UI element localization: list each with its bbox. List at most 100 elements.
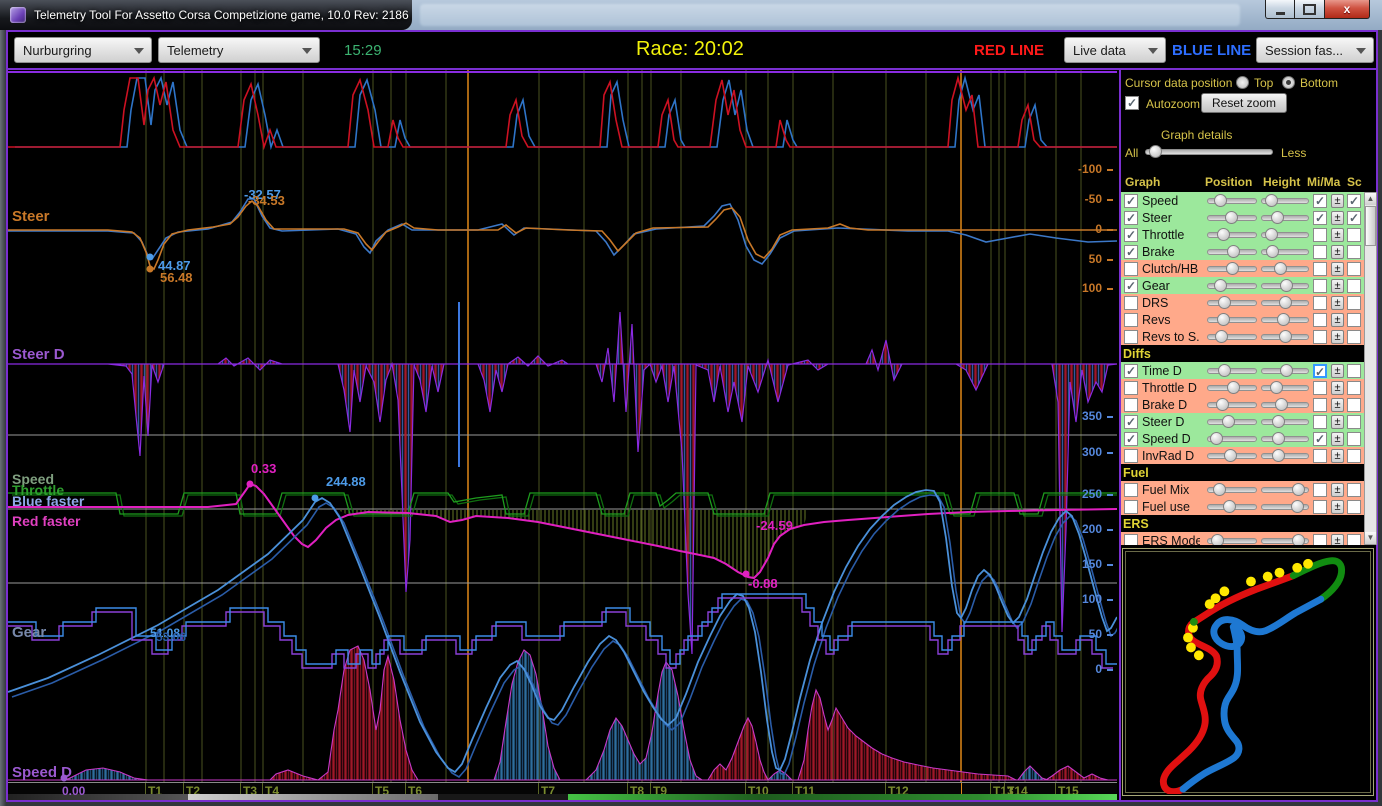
scale-checkbox[interactable] (1347, 398, 1361, 412)
scale-checkbox[interactable] (1347, 245, 1361, 259)
slider-thumb[interactable] (1272, 449, 1285, 462)
graph-enable-checkbox[interactable]: ✓ (1124, 432, 1138, 446)
scrollbar-thumb[interactable] (1365, 206, 1376, 246)
minmax-checkbox[interactable] (1313, 313, 1327, 327)
slider-thumb[interactable] (1275, 398, 1288, 411)
minmax-checkbox[interactable] (1313, 398, 1327, 412)
graph-enable-checkbox[interactable] (1124, 398, 1138, 412)
graph-enable-checkbox[interactable] (1124, 262, 1138, 276)
position-slider[interactable] (1207, 431, 1257, 446)
cursor-position-bottom-radio[interactable] (1282, 76, 1295, 89)
position-slider[interactable] (1207, 329, 1257, 344)
slider-thumb[interactable] (1227, 245, 1240, 258)
height-slider[interactable] (1261, 278, 1309, 293)
slider-thumb[interactable] (1292, 483, 1305, 496)
height-slider[interactable] (1261, 329, 1309, 344)
plusminus-button[interactable]: ± (1331, 381, 1344, 395)
position-slider[interactable] (1207, 261, 1257, 276)
scroll-down-icon[interactable]: ▼ (1365, 532, 1376, 544)
slider-thumb[interactable] (1216, 398, 1229, 411)
plusminus-button[interactable]: ± (1331, 449, 1344, 463)
mode-select[interactable]: Telemetry (158, 37, 320, 63)
position-slider[interactable] (1207, 499, 1257, 514)
slider-thumb[interactable] (1225, 211, 1238, 224)
minmax-checkbox[interactable] (1313, 415, 1327, 429)
height-slider[interactable] (1261, 431, 1309, 446)
plusminus-button[interactable]: ± (1331, 364, 1344, 378)
slider-thumb[interactable] (1270, 381, 1283, 394)
scale-checkbox[interactable] (1347, 415, 1361, 429)
slider-thumb[interactable] (1292, 534, 1305, 545)
height-slider[interactable] (1261, 533, 1309, 545)
slider-thumb[interactable] (1277, 313, 1290, 326)
plusminus-button[interactable]: ± (1331, 296, 1344, 310)
maximize-button[interactable] (1295, 0, 1324, 19)
height-slider[interactable] (1261, 448, 1309, 463)
slider-thumb[interactable] (1222, 415, 1235, 428)
graph-list-scrollbar[interactable]: ▲ ▼ (1364, 192, 1377, 545)
position-slider[interactable] (1207, 193, 1257, 208)
graph-enable-checkbox[interactable] (1124, 381, 1138, 395)
height-slider[interactable] (1261, 244, 1309, 259)
scale-checkbox[interactable] (1347, 432, 1361, 446)
slider-thumb[interactable] (1215, 330, 1228, 343)
position-slider[interactable] (1207, 448, 1257, 463)
plusminus-button[interactable]: ± (1331, 211, 1344, 225)
slider-thumb[interactable] (1280, 279, 1293, 292)
graph-enable-checkbox[interactable] (1124, 296, 1138, 310)
scroll-up-icon[interactable]: ▲ (1365, 193, 1376, 205)
scale-checkbox[interactable] (1347, 381, 1361, 395)
graph-enable-checkbox[interactable]: ✓ (1124, 279, 1138, 293)
height-slider[interactable] (1261, 193, 1309, 208)
height-slider[interactable] (1261, 312, 1309, 327)
slider-thumb[interactable] (1217, 313, 1230, 326)
plusminus-button[interactable]: ± (1331, 313, 1344, 327)
cursor-position-top-radio[interactable] (1236, 76, 1249, 89)
minmax-checkbox[interactable] (1313, 483, 1327, 497)
minmax-checkbox[interactable] (1313, 296, 1327, 310)
minmax-checkbox[interactable] (1313, 245, 1327, 259)
height-slider[interactable] (1261, 397, 1309, 412)
height-slider[interactable] (1261, 414, 1309, 429)
slider-thumb[interactable] (1271, 211, 1284, 224)
minmax-checkbox[interactable] (1313, 449, 1327, 463)
track-select[interactable]: Nurburgring (14, 37, 152, 63)
graph-enable-checkbox[interactable] (1124, 449, 1138, 463)
scale-checkbox[interactable] (1347, 262, 1361, 276)
minmax-checkbox[interactable]: ✓ (1313, 432, 1327, 446)
reset-zoom-button[interactable]: Reset zoom (1201, 93, 1287, 113)
scale-checkbox[interactable] (1347, 313, 1361, 327)
minmax-checkbox[interactable]: ✓ (1313, 194, 1327, 208)
slider-thumb[interactable] (1224, 449, 1237, 462)
position-slider[interactable] (1207, 278, 1257, 293)
position-slider[interactable] (1207, 380, 1257, 395)
plusminus-button[interactable]: ± (1331, 534, 1344, 546)
slider-thumb[interactable] (1214, 279, 1227, 292)
slider-thumb[interactable] (1280, 364, 1293, 377)
minmax-checkbox[interactable] (1313, 381, 1327, 395)
graph-enable-checkbox[interactable] (1124, 483, 1138, 497)
minmax-checkbox[interactable]: ✓ (1313, 211, 1327, 225)
minmax-checkbox[interactable]: ✓ (1313, 364, 1327, 378)
scale-checkbox[interactable] (1347, 483, 1361, 497)
graph-enable-checkbox[interactable]: ✓ (1124, 194, 1138, 208)
position-slider[interactable] (1207, 295, 1257, 310)
plusminus-button[interactable]: ± (1331, 228, 1344, 242)
blue-source-select[interactable]: Session fas... (1256, 37, 1374, 63)
position-slider[interactable] (1207, 397, 1257, 412)
height-slider[interactable] (1261, 482, 1309, 497)
plusminus-button[interactable]: ± (1331, 194, 1344, 208)
height-slider[interactable] (1261, 499, 1309, 514)
graph-enable-checkbox[interactable]: ✓ (1124, 364, 1138, 378)
scale-checkbox[interactable] (1347, 330, 1361, 344)
minmax-checkbox[interactable] (1313, 500, 1327, 514)
position-slider[interactable] (1207, 363, 1257, 378)
minmax-checkbox[interactable] (1313, 330, 1327, 344)
height-slider[interactable] (1261, 363, 1309, 378)
height-slider[interactable] (1261, 295, 1309, 310)
scale-checkbox[interactable]: ✓ (1347, 211, 1361, 225)
graph-enable-checkbox[interactable] (1124, 330, 1138, 344)
graph-enable-checkbox[interactable]: ✓ (1124, 415, 1138, 429)
slider-thumb[interactable] (1213, 483, 1226, 496)
height-slider[interactable] (1261, 210, 1309, 225)
